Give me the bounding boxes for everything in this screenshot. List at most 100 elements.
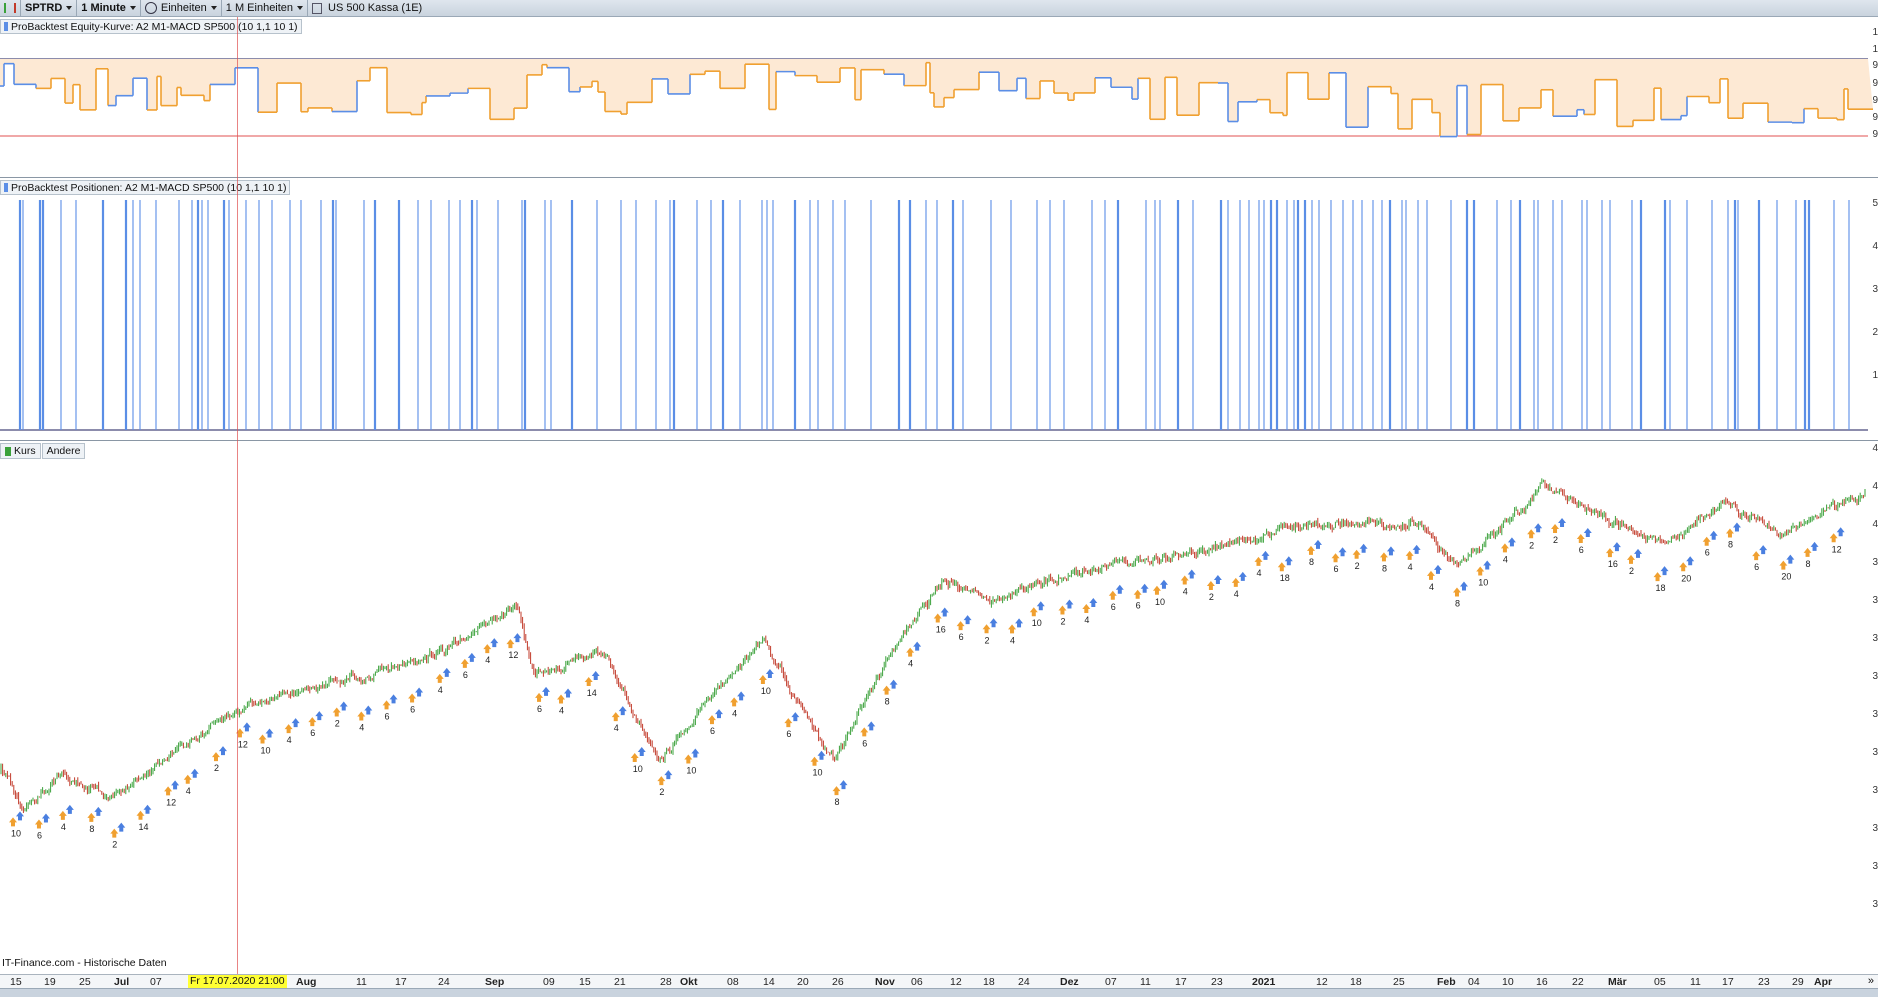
time-axis-label: 11 [1690, 976, 1701, 988]
y-axis-tick-label: 2 [1872, 327, 1878, 338]
y-axis-tick-label: 3 [1872, 747, 1878, 758]
trade-entry-arrow-icon [136, 810, 145, 820]
symbol-value: SPTRD [25, 2, 63, 14]
time-axis-label: 23 [1211, 976, 1223, 988]
y-axis-tick-label: 9 [1872, 129, 1878, 140]
trade-size-label: 10 [11, 828, 21, 838]
trade-size-label: 8 [1728, 540, 1733, 550]
trade-size-label: 10 [1155, 597, 1165, 607]
trade-entry-arrow-icon [258, 734, 267, 744]
chevron-down-icon [297, 6, 304, 10]
trade-entry-arrow-icon [1527, 529, 1536, 539]
trade-size-label: 6 [1754, 562, 1759, 572]
time-axis-label: 15 [10, 976, 22, 988]
trade-entry-arrow-icon [1180, 575, 1189, 585]
y-axis-tick-label: 3 [1872, 284, 1878, 295]
trade-exit-arrow-icon [791, 712, 800, 722]
time-axis[interactable]: 15 19 25 Jul 07 Aug 11 17 24 Sep 09 15 21 28 Okt 08 14 20… [0, 974, 1878, 989]
trade-entry-arrow-icon [933, 613, 942, 623]
time-axis-label: 29 [1792, 976, 1804, 988]
trade-size-label: 12 [238, 739, 248, 749]
trade-entry-arrow-icon [1133, 589, 1142, 599]
trade-entry-arrow-icon [1008, 624, 1017, 634]
chart-type-button[interactable] [0, 0, 21, 16]
trade-size-label: 2 [659, 787, 664, 797]
time-axis-label: 28 [660, 976, 672, 988]
trade-entry-arrow-icon [982, 624, 991, 634]
trade-size-label: 2 [1629, 566, 1634, 576]
y-axis-tick-label: 9 [1872, 78, 1878, 89]
trade-exit-arrow-icon [1140, 583, 1149, 593]
trade-exit-arrow-icon [765, 669, 774, 679]
time-axis-label: 14 [763, 976, 775, 988]
time-axis-label: 11 [1140, 976, 1151, 988]
interval-select[interactable]: 1 Minute [77, 0, 141, 16]
units-mode-select[interactable]: Einheiten [141, 0, 222, 16]
instrument-info[interactable]: US 500 Kassa (1E) [308, 0, 426, 16]
equity-chart [0, 58, 1873, 138]
time-axis-label: 2021 [1252, 976, 1276, 988]
trade-entry-arrow-icon [784, 718, 793, 728]
trade-exit-arrow-icon [442, 667, 451, 677]
scroll-right-icon[interactable]: » [1868, 975, 1874, 987]
trade-entry-arrow-icon [1152, 585, 1161, 595]
trade-entry-arrow-icon [1254, 556, 1263, 566]
trade-entry-arrow-icon [1452, 587, 1461, 597]
trade-exit-arrow-icon [591, 670, 600, 680]
y-axis-tick-label: 3 [1872, 633, 1878, 644]
trade-size-label: 2 [1060, 617, 1065, 627]
time-axis-label: 17 [1175, 976, 1187, 988]
y-axis-tick-label: 3 [1872, 595, 1878, 606]
positions-chart [0, 200, 1868, 431]
clock-icon [144, 2, 157, 14]
trade-entry-arrow-icon [58, 810, 67, 820]
trade-entry-arrow-icon [357, 711, 366, 721]
trade-exit-arrow-icon [1732, 522, 1741, 532]
time-axis-label: 11 [356, 976, 367, 988]
trade-exit-arrow-icon [1284, 556, 1293, 566]
trade-entry-arrow-icon [1551, 524, 1560, 534]
trade-exit-arrow-icon [467, 652, 476, 662]
trade-size-label: 6 [1334, 564, 1339, 574]
y-axis-tick-label: 5 [1872, 198, 1878, 209]
trade-exit-arrow-icon [65, 804, 74, 814]
y-axis-tick-label: 9 [1872, 112, 1878, 123]
tab-andere[interactable]: Andere [41, 443, 86, 459]
trade-exit-arrow-icon [839, 780, 848, 790]
trade-size-label: 4 [1503, 554, 1508, 564]
units-count-select[interactable]: 1 M Einheiten [222, 0, 309, 16]
trade-size-label: 2 [1209, 592, 1214, 602]
trade-exit-arrow-icon [1660, 566, 1669, 576]
trade-exit-arrow-icon [490, 638, 499, 648]
symbol-select[interactable]: SPTRD [21, 0, 78, 16]
equity-title-text: ProBacktest Equity-Kurve: A2 M1-MACD SP5… [11, 20, 298, 33]
time-axis-label: 18 [983, 976, 995, 988]
time-axis-label: 24 [438, 976, 450, 988]
trade-size-label: 8 [1806, 559, 1811, 569]
trade-size-label: 20 [1681, 573, 1691, 583]
info-icon [312, 2, 323, 14]
tab-andere-label: Andere [46, 445, 81, 457]
trade-entry-arrow-icon [810, 756, 819, 766]
trade-entry-arrow-icon [956, 621, 965, 631]
trade-exit-arrow-icon [1810, 541, 1819, 551]
trade-exit-arrow-icon [989, 618, 998, 628]
trade-size-label: 4 [1234, 589, 1239, 599]
trade-entry-arrow-icon [110, 828, 119, 838]
trade-entry-arrow-icon [1752, 551, 1761, 561]
trade-exit-arrow-icon [143, 804, 152, 814]
y-axis-tick-label: 4 [1872, 443, 1878, 454]
instrument-label: US 500 Kassa (1E) [328, 2, 423, 14]
y-axis-tick-label: 3 [1872, 709, 1878, 720]
trade-exit-arrow-icon [171, 780, 180, 790]
trade-size-label: 4 [1010, 635, 1015, 645]
positions-panel: ProBacktest Positionen: A2 M1-MACD SP500… [0, 178, 1878, 440]
time-axis-label: 26 [832, 976, 844, 988]
tab-kurs[interactable]: Kurs [0, 443, 41, 459]
trade-entry-arrow-icon [284, 724, 293, 734]
time-axis-label: 10 [1502, 976, 1514, 988]
trade-exit-arrow-icon [1412, 544, 1421, 554]
trade-entry-arrow-icon [707, 715, 716, 725]
equity-panel-title: ProBacktest Equity-Kurve: A2 M1-MACD SP5… [0, 19, 302, 34]
time-axis-label: 18 [1350, 976, 1362, 988]
